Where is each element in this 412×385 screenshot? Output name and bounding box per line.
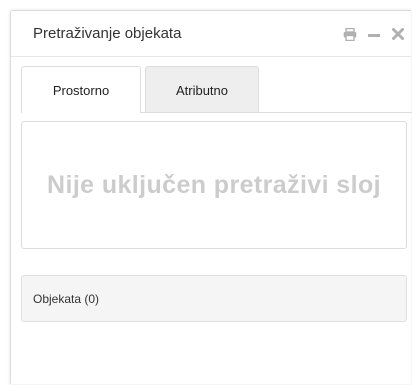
tab-prostorno[interactable]: Prostorno xyxy=(21,66,141,113)
object-search-panel: Pretraživanje objekata Prostorno Atribut… xyxy=(10,10,412,384)
close-icon[interactable] xyxy=(391,27,405,41)
tab-divider xyxy=(141,112,412,113)
tab-atributno[interactable]: Atributno xyxy=(145,66,259,113)
panel-controls xyxy=(343,26,405,42)
panel-header: Pretraživanje objekata xyxy=(11,11,411,57)
print-icon[interactable] xyxy=(343,27,357,41)
minimize-icon[interactable] xyxy=(367,27,381,41)
results-count-label: Objekata (0) xyxy=(33,291,100,306)
results-count-bar[interactable]: Objekata (0) xyxy=(21,275,407,322)
search-tabs: Prostorno Atributno xyxy=(21,66,259,113)
panel-title: Pretraživanje objekata xyxy=(33,25,182,42)
notice-text: Nije uključen pretraživi sloj xyxy=(47,171,381,199)
no-search-layer-notice: Nije uključen pretraživi sloj xyxy=(21,121,407,249)
